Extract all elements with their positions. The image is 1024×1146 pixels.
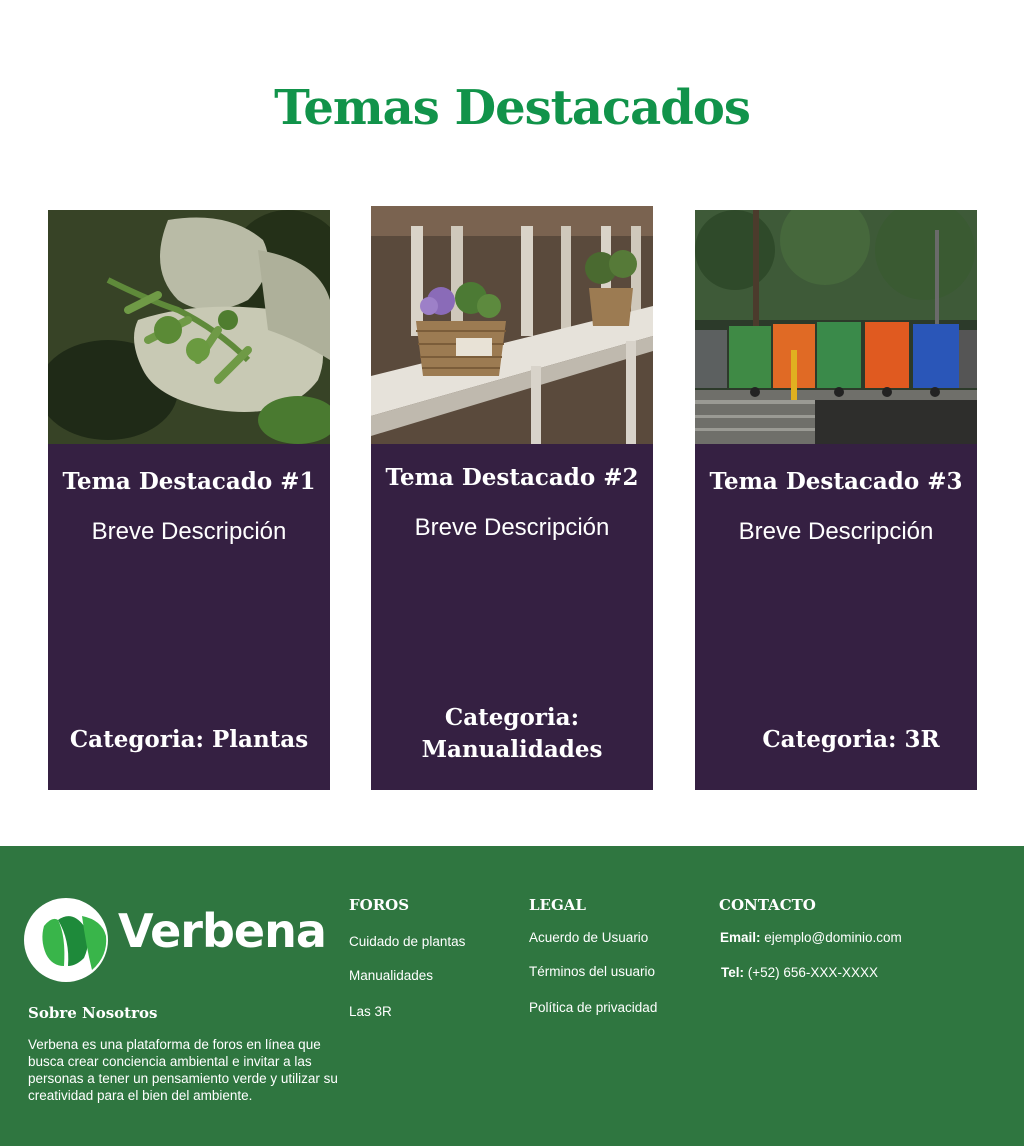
- card-title: Tema Destacado #1: [62, 468, 316, 495]
- about-text: Verbena es una plataforma de foros en lí…: [28, 1037, 338, 1103]
- footer-link-privacy[interactable]: Política de privacidad: [529, 1000, 657, 1015]
- leaf-logo-icon: [24, 898, 108, 982]
- tel-label: Tel:: [721, 965, 744, 980]
- foros-title: FOROS: [349, 896, 410, 914]
- page-title: Temas Destacados: [274, 80, 751, 136]
- footer-link-plant-care[interactable]: Cuidado de plantas: [349, 934, 465, 949]
- card-title: Tema Destacado #3: [709, 468, 963, 495]
- wicker-basket-plants-photo: [371, 206, 653, 444]
- about-title: Sobre Nosotros: [28, 1004, 158, 1022]
- footer-link-terms[interactable]: Términos del usuario: [529, 964, 655, 979]
- footer-link-3r[interactable]: Las 3R: [349, 1004, 392, 1019]
- footer-link-crafts[interactable]: Manualidades: [349, 968, 433, 983]
- verbena-logo[interactable]: Verbena: [22, 896, 327, 986]
- featured-card-1[interactable]: Tema Destacado #1 Breve Descripción Cate…: [48, 210, 330, 790]
- email-link[interactable]: ejemplo@dominio.com: [764, 930, 902, 945]
- card-description: Breve Descripción: [738, 518, 934, 545]
- contact-email: Email: ejemplo@dominio.com: [720, 930, 902, 945]
- contact-phone: Tel: (+52) 656-XXX-XXXX: [721, 965, 878, 980]
- card-category: Categoria: Plantas: [69, 726, 309, 753]
- card-category: Categoria: Manualidades: [421, 704, 603, 763]
- email-label: Email:: [720, 930, 761, 945]
- card-description: Breve Descripción: [91, 518, 287, 545]
- featured-card-2[interactable]: Tema Destacado #2 Breve Descripción Cate…: [371, 206, 653, 790]
- legal-title: LEGAL: [529, 896, 586, 914]
- card-title: Tema Destacado #2: [385, 464, 639, 491]
- footer-link-user-agreement[interactable]: Acuerdo de Usuario: [529, 930, 648, 945]
- contacto-title: CONTACTO: [719, 896, 816, 914]
- featured-card-3[interactable]: Tema Destacado #3 Breve Descripción Cate…: [695, 210, 977, 790]
- tel-value: (+52) 656-XXX-XXXX: [747, 965, 878, 980]
- recycling-bins-photo: [695, 210, 977, 444]
- site-footer: Verbena Sobre Nosotros Verbena es una pl…: [0, 846, 1024, 1146]
- logo-text: Verbena: [118, 904, 327, 958]
- gardening-gloves-photo: [48, 210, 330, 444]
- card-description: Breve Descripción: [414, 514, 610, 541]
- card-category: Categoria: 3R: [762, 726, 940, 753]
